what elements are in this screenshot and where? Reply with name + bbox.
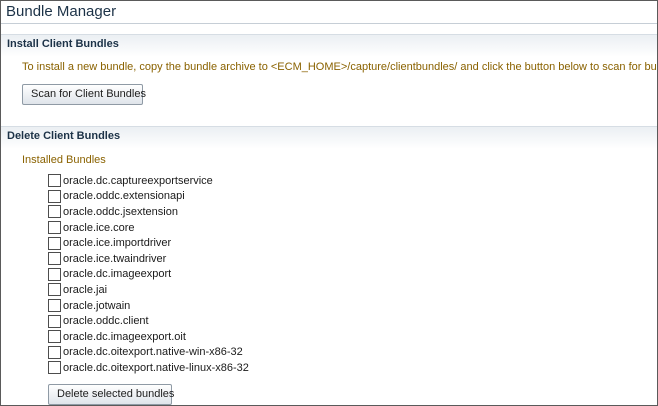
bundle-name: oracle.ice.importdriver <box>63 237 172 250</box>
bundle-item: oracle.dc.imageexport <box>48 267 249 283</box>
bundle-name: oracle.oddc.extensionapi <box>63 190 185 203</box>
bundle-checkbox[interactable] <box>48 314 61 328</box>
bundle-name: oracle.dc.imageexport.oit <box>63 330 186 343</box>
bundle-name: oracle.ice.core <box>63 221 135 234</box>
delete-selected-button[interactable]: Delete selected bundles <box>48 384 174 405</box>
bundle-checkbox[interactable] <box>48 361 61 375</box>
bundle-item: oracle.dc.imageexport.oit <box>48 329 249 345</box>
bundle-name: oracle.dc.captureexportservice <box>63 174 213 187</box>
bundle-name: oracle.oddc.client <box>63 315 149 328</box>
bundle-item: oracle.dc.oitexport.native-linux-x86-32 <box>48 360 249 376</box>
bundle-item: oracle.dc.captureexportservice <box>48 173 249 189</box>
bundle-checkbox[interactable] <box>48 267 61 281</box>
bundle-item: oracle.jotwain <box>48 298 249 314</box>
installed-bundles-list: oracle.dc.captureexportservice oracle.odd… <box>48 173 249 376</box>
bundle-manager-page: Bundle Manager Install Client Bundles To… <box>0 0 658 406</box>
bundle-checkbox[interactable] <box>48 189 61 203</box>
bundle-checkbox[interactable] <box>48 283 61 297</box>
bundle-item: oracle.ice.twaindriver <box>48 251 249 267</box>
bundle-checkbox[interactable] <box>48 345 61 359</box>
bundle-name: oracle.dc.oitexport.native-linux-x86-32 <box>63 361 249 374</box>
bundle-checkbox[interactable] <box>48 236 61 250</box>
page-title: Bundle Manager <box>6 3 117 20</box>
delete-section-title: Delete Client Bundles <box>7 130 121 142</box>
bundle-name: oracle.dc.imageexport <box>63 268 172 281</box>
bundle-name: oracle.oddc.jsextension <box>63 205 178 218</box>
bundle-item: oracle.ice.core <box>48 220 249 236</box>
bundle-checkbox[interactable] <box>48 221 61 235</box>
bundle-checkbox[interactable] <box>48 252 61 266</box>
bundle-checkbox[interactable] <box>48 299 61 313</box>
bundle-checkbox[interactable] <box>48 174 61 188</box>
title-divider <box>1 23 657 24</box>
bundle-checkbox[interactable] <box>48 330 61 344</box>
bundle-item: oracle.oddc.extensionapi <box>48 189 249 205</box>
bundle-item: oracle.dc.oitexport.native-win-x86-32 <box>48 345 249 361</box>
bundle-name: oracle.ice.twaindriver <box>63 252 167 265</box>
installed-bundles-label: Installed Bundles <box>22 154 106 166</box>
install-instructions: To install a new bundle, copy the bundle… <box>22 61 658 73</box>
install-section-title: Install Client Bundles <box>7 38 119 50</box>
bundle-item: oracle.oddc.client <box>48 313 249 329</box>
bundle-item: oracle.jai <box>48 282 249 298</box>
bundle-name: oracle.jotwain <box>63 299 131 312</box>
scan-bundles-button[interactable]: Scan for Client Bundles <box>22 84 146 105</box>
bundle-item: oracle.oddc.jsextension <box>48 204 249 220</box>
bundle-name: oracle.dc.oitexport.native-win-x86-32 <box>63 346 243 359</box>
bundle-item: oracle.ice.importdriver <box>48 235 249 251</box>
bundle-name: oracle.jai <box>63 283 108 296</box>
bundle-checkbox[interactable] <box>48 205 61 219</box>
